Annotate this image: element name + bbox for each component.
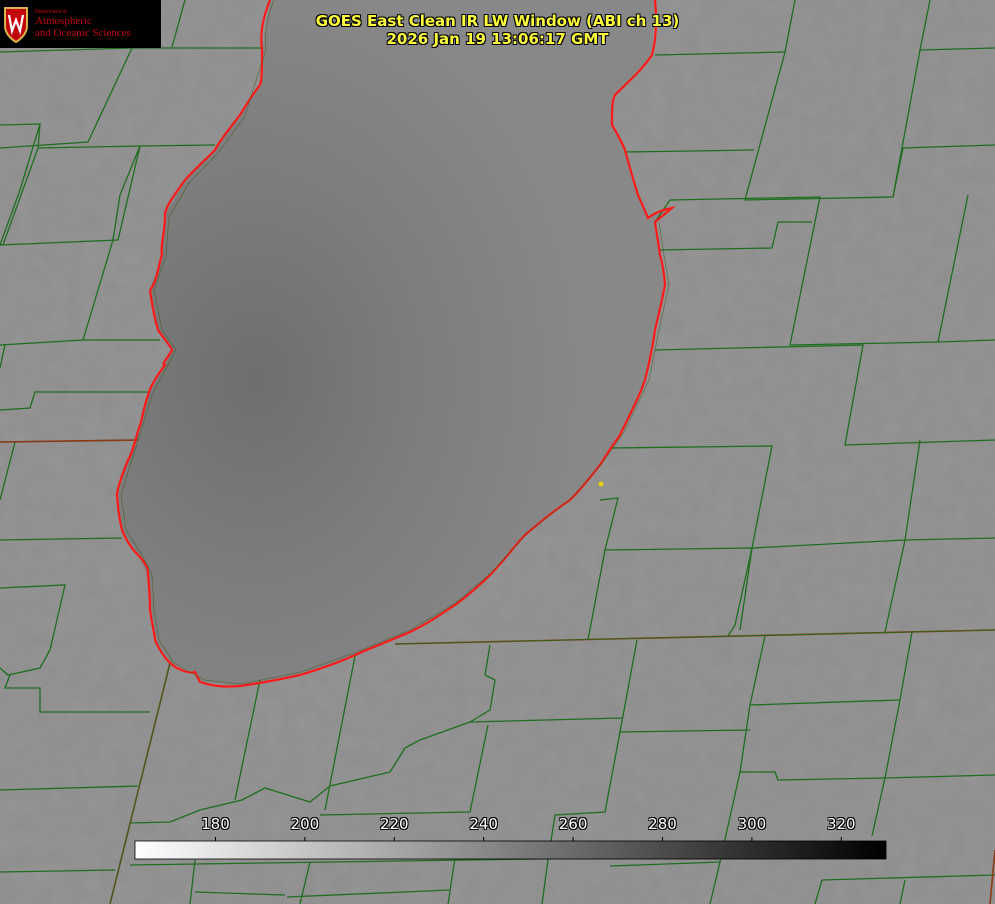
colorbar-gradient — [134, 840, 887, 860]
satellite-map — [0, 0, 995, 904]
colorbar-tick-label: 320 — [826, 815, 856, 833]
image-title: GOES East Clean IR LW Window (ABI ch 13) — [315, 12, 680, 30]
colorbar-tick-label: 220 — [379, 815, 409, 833]
uw-crest-icon — [4, 7, 28, 44]
logo-line-2: and Oceanic Sciences — [35, 27, 131, 39]
satellite-image-viewer: 180 200 220 240 260 280 300 320 GOES East Clean… — [0, 0, 995, 904]
colorbar-tick-label: 280 — [648, 815, 677, 833]
colorbar-tick-label: 180 — [201, 815, 230, 833]
colorbar-tick-label: 300 — [737, 815, 767, 833]
aos-logo: Department of Atmospheric and Oceanic Sc… — [0, 0, 161, 48]
colorbar-tick-label: 260 — [558, 815, 588, 833]
image-timestamp: 2026 Jan 19 13:06:17 GMT — [386, 30, 609, 48]
logo-line-1: Atmospheric — [35, 15, 92, 27]
colorbar-tick-label: 200 — [290, 815, 320, 833]
colorbar-tick-label: 240 — [469, 815, 498, 833]
station-marker — [598, 481, 604, 487]
